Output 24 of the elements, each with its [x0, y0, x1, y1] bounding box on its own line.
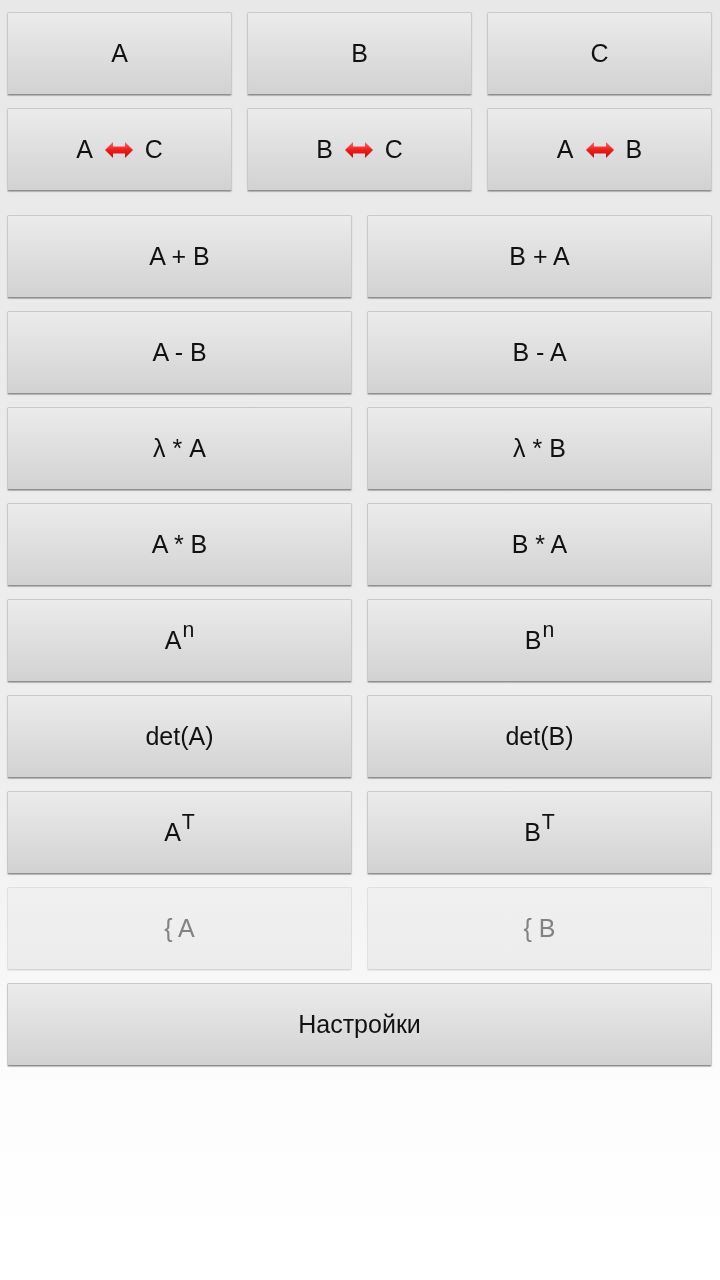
operation-button[interactable]: A - B [7, 311, 352, 394]
operation-button[interactable]: λ * A [7, 407, 352, 490]
swap-button[interactable]: B C [247, 108, 472, 191]
operation-button[interactable]: B$^{T}$ [367, 791, 712, 874]
double-arrow-icon [585, 141, 614, 158]
double-arrow-icon [344, 141, 373, 158]
operation-button[interactable]: A$^{T}$ [7, 791, 352, 874]
operation-button[interactable]: A * B [7, 503, 352, 586]
matrix-button[interactable]: A [7, 12, 232, 95]
operation-button[interactable]: A$^{n}$ [7, 599, 352, 682]
operation-button[interactable]: B - A [367, 311, 712, 394]
matrix-button[interactable]: B [247, 12, 472, 95]
double-arrow-icon [104, 141, 133, 158]
operation-button[interactable]: A + B [7, 215, 352, 298]
operation-button[interactable]: B * A [367, 503, 712, 586]
operation-button[interactable]: λ * B [367, 407, 712, 490]
operation-button[interactable]: det(A) [7, 695, 352, 778]
operation-button[interactable]: B + A [367, 215, 712, 298]
swap-button[interactable]: A C [7, 108, 232, 191]
swap-button[interactable]: A B [487, 108, 712, 191]
matrix-button[interactable]: C [487, 12, 712, 95]
operation-button[interactable]: det(B) [367, 695, 712, 778]
operation-button[interactable]: B$^{n}$ [367, 599, 712, 682]
settings-button[interactable]: Настройки [7, 983, 712, 1066]
